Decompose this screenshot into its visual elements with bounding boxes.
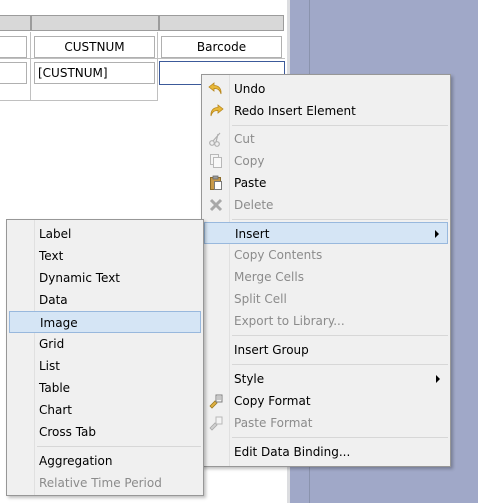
menu-item-label: Label	[39, 227, 72, 241]
menu-item-merge-cells[interactable]: Merge Cells	[204, 266, 448, 288]
paste-format-brush-icon	[208, 415, 224, 431]
menu-item-paste[interactable]: Paste	[204, 172, 448, 194]
menu-item-label: Copy Contents	[234, 248, 323, 262]
table-cell-barcode-header[interactable]: Barcode	[161, 36, 282, 58]
menu-item-edit-data-binding[interactable]: Edit Data Binding...	[204, 441, 448, 463]
menu-item-redo[interactable]: Redo Insert Element	[204, 100, 448, 122]
menu-separator	[232, 335, 448, 336]
custnum-data-field: [CUSTNUM]	[38, 66, 108, 80]
submenu-item-data[interactable]: Data	[9, 289, 201, 311]
submenu-item-list[interactable]: List	[9, 355, 201, 377]
delete-x-icon	[208, 197, 224, 213]
submenu-item-label[interactable]: Label	[9, 223, 201, 245]
menu-item-copy[interactable]: Copy	[204, 150, 448, 172]
menu-item-label: Delete	[234, 198, 274, 212]
submenu-arrow-icon	[436, 375, 440, 383]
menu-item-delete[interactable]: Delete	[204, 194, 448, 216]
menu-item-label: Redo Insert Element	[234, 104, 356, 118]
menu-item-label: Data	[39, 293, 68, 307]
submenu-arrow-icon	[435, 230, 439, 238]
table-column-divider	[30, 32, 31, 100]
menu-item-insert-group[interactable]: Insert Group	[204, 339, 448, 361]
menu-item-label: Table	[39, 381, 71, 395]
copy-icon	[208, 153, 224, 169]
table-header-strip-col3[interactable]	[159, 15, 284, 31]
menu-item-label: List	[39, 359, 60, 373]
menu-item-label: Split Cell	[234, 292, 287, 306]
menu-item-label: Grid	[39, 337, 65, 351]
submenu-item-aggregation[interactable]: Aggregation	[9, 450, 201, 472]
submenu-item-table[interactable]: Table	[9, 377, 201, 399]
submenu-item-grid[interactable]: Grid	[9, 333, 201, 355]
table-row-divider	[0, 58, 285, 59]
menu-item-label: Insert Group	[234, 343, 309, 357]
menu-item-label: Relative Time Period	[39, 476, 162, 490]
menu-separator	[37, 446, 201, 447]
menu-item-split-cell[interactable]: Split Cell	[204, 288, 448, 310]
table-cell-first-header[interactable]	[0, 36, 27, 58]
menu-item-label: Cross Tab	[39, 425, 97, 439]
custnum-header-label: CUSTNUM	[64, 40, 125, 54]
menu-separator	[232, 219, 448, 220]
menu-item-label: Chart	[39, 403, 72, 417]
redo-arrow-icon	[208, 103, 224, 119]
menu-item-label: Export to Library...	[234, 314, 345, 328]
menu-item-cut[interactable]: Cut	[204, 128, 448, 150]
table-column-divider	[157, 32, 158, 100]
submenu-item-text[interactable]: Text	[9, 245, 201, 267]
menu-item-paste-format[interactable]: Paste Format	[204, 412, 448, 434]
submenu-item-image[interactable]: Image	[9, 311, 201, 333]
menu-item-undo[interactable]: Undo	[204, 78, 448, 100]
table-header-strip-col2[interactable]	[31, 15, 159, 31]
submenu-item-chart[interactable]: Chart	[9, 399, 201, 421]
menu-separator	[232, 125, 448, 126]
scissors-icon	[208, 131, 224, 147]
menu-separator	[232, 437, 448, 438]
insert-submenu[interactable]: Label Text Dynamic Text Data Image Grid …	[6, 219, 204, 496]
menu-item-label: Edit Data Binding...	[234, 445, 351, 459]
context-menu[interactable]: Undo Redo Insert Element Cut Copy Paste …	[201, 74, 451, 467]
undo-arrow-icon	[208, 81, 224, 97]
menu-item-label: Paste Format	[234, 416, 313, 430]
barcode-header-label: Barcode	[196, 40, 247, 54]
menu-item-label: Paste	[234, 176, 267, 190]
submenu-item-dynamic-text[interactable]: Dynamic Text	[9, 267, 201, 289]
menu-item-style[interactable]: Style	[204, 368, 448, 390]
submenu-item-relative-time-period[interactable]: Relative Time Period	[9, 472, 201, 494]
menu-item-label: Copy Format	[234, 394, 311, 408]
menu-item-label: Style	[234, 372, 265, 386]
menu-item-copy-contents[interactable]: Copy Contents	[204, 244, 448, 266]
menu-item-label: Cut	[234, 132, 255, 146]
menu-item-copy-format[interactable]: Copy Format	[204, 390, 448, 412]
table-cell-custnum-data[interactable]: [CUSTNUM]	[34, 62, 155, 84]
table-header-strip-col1[interactable]	[0, 15, 31, 31]
menu-item-insert[interactable]: Insert	[204, 222, 448, 244]
table-bottom-line	[0, 100, 158, 101]
menu-item-label: Undo	[234, 82, 266, 96]
menu-item-label: Insert	[235, 227, 270, 241]
menu-separator	[232, 364, 448, 365]
menu-item-label: Merge Cells	[234, 270, 304, 284]
submenu-item-cross-tab[interactable]: Cross Tab	[9, 421, 201, 443]
menu-item-label: Dynamic Text	[39, 271, 121, 285]
table-cell-first-data[interactable]	[0, 62, 27, 84]
table-cell-custnum-header[interactable]: CUSTNUM	[34, 36, 155, 58]
copy-format-brush-icon	[208, 393, 224, 409]
menu-item-export-to-library[interactable]: Export to Library...	[204, 310, 448, 332]
menu-item-label: Image	[40, 316, 78, 330]
menu-item-label: Aggregation	[39, 454, 113, 468]
clipboard-icon	[208, 175, 224, 191]
menu-item-label: Text	[39, 249, 64, 263]
menu-item-label: Copy	[234, 154, 265, 168]
